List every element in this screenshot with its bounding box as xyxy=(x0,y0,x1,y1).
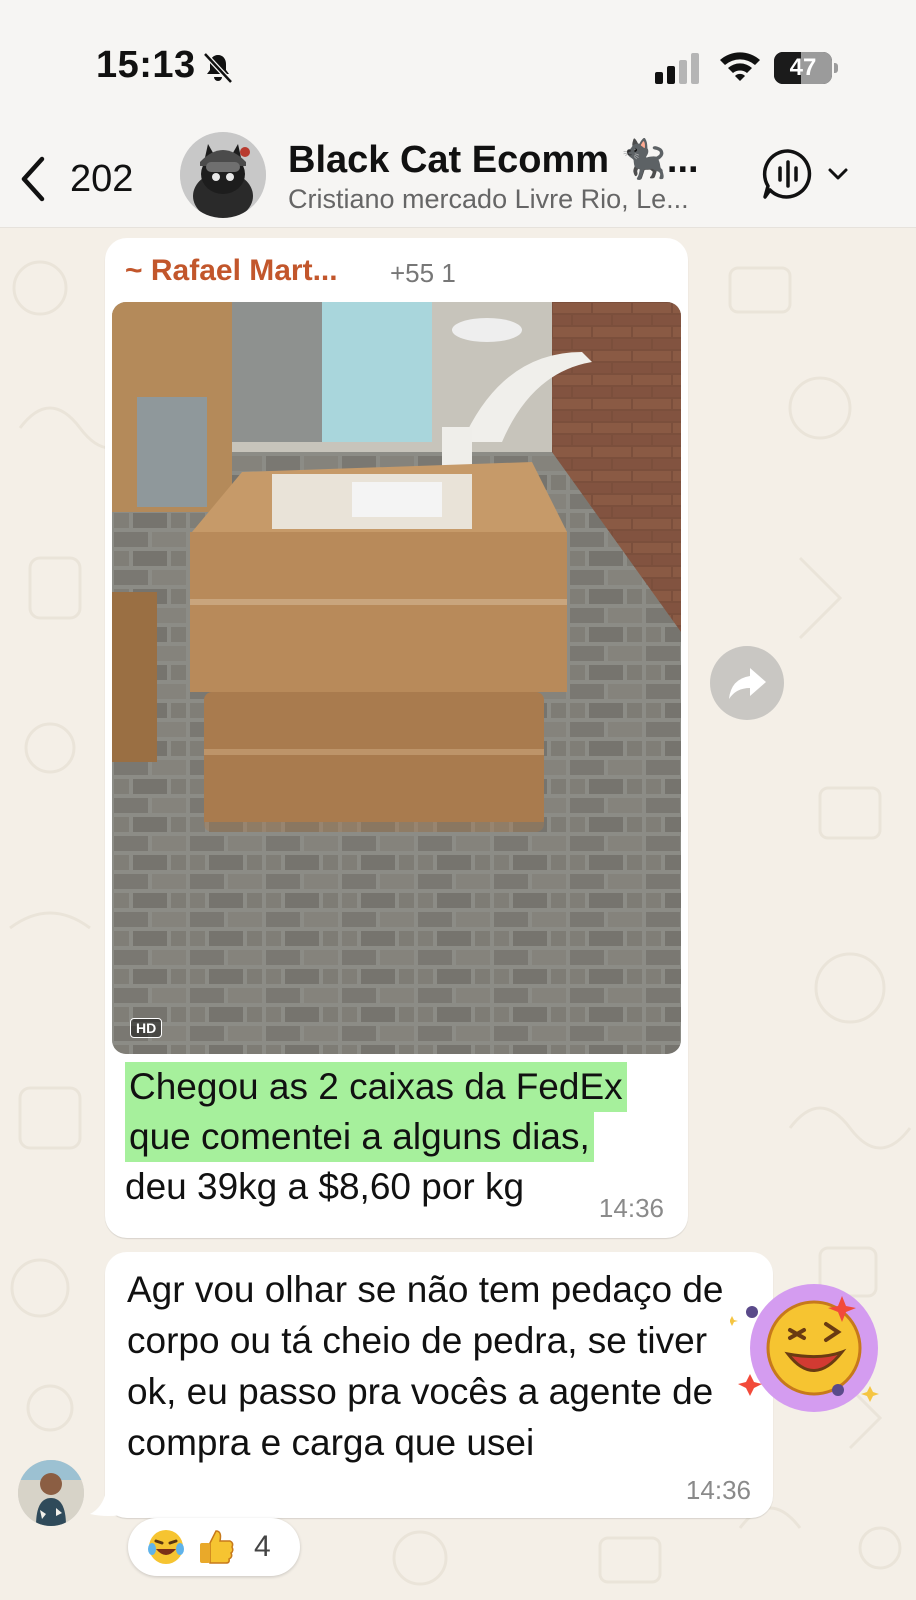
caption-highlighted-line-2: que comentei a alguns dias, xyxy=(125,1112,594,1162)
sender-phone: +55 1 xyxy=(390,258,456,288)
chevron-down-icon[interactable] xyxy=(826,162,850,186)
status-time: 15:13 xyxy=(96,44,196,86)
back-button[interactable]: 202 xyxy=(18,152,148,206)
laughing-emoji-sticker[interactable] xyxy=(730,1278,890,1428)
profile-photo xyxy=(18,1460,84,1526)
sender-avatar[interactable] xyxy=(18,1460,84,1526)
sender-name[interactable]: ~ Rafael Mart... xyxy=(125,254,338,288)
bubble-tail xyxy=(90,1478,128,1516)
photo-boxes[interactable]: HD xyxy=(112,302,681,1054)
chevron-left-icon xyxy=(21,156,45,202)
thumbs-up-icon xyxy=(200,1530,234,1564)
message-caption: Chegou as 2 caixas da FedEx que comentei… xyxy=(125,1062,670,1212)
battery-indicator: 47 xyxy=(774,52,838,84)
message-time: 14:36 xyxy=(598,1193,664,1223)
status-bar: 15:13 47 xyxy=(0,0,916,128)
group-avatar[interactable] xyxy=(180,132,266,218)
hd-badge: HD xyxy=(130,1018,163,1038)
face-with-tears-of-joy-icon xyxy=(148,1530,184,1564)
unread-count: 202 xyxy=(70,157,134,200)
chat-header: 202 Black Cat Ecomm 🐈‍⬛... Cristiano mer… xyxy=(0,128,916,228)
cardboard-boxes-photo xyxy=(112,302,681,1054)
battery-percent: 47 xyxy=(789,54,817,81)
group-name[interactable]: Black Cat Ecomm 🐈‍⬛... xyxy=(288,138,708,182)
cellular-signal-icon xyxy=(655,53,699,84)
reaction-count: 4 xyxy=(254,1530,271,1563)
caption-highlighted-line-1: Chegou as 2 caixas da FedEx xyxy=(125,1062,627,1112)
caption-plain-line: deu 39kg a $8,60 por kg xyxy=(125,1166,525,1207)
group-members-subtitle[interactable]: Cristiano mercado Livre Rio, Le... xyxy=(288,184,728,215)
message-text: Agr vou olhar se não tem pedaço de corpo… xyxy=(127,1269,724,1463)
voice-chat-icon[interactable] xyxy=(762,148,814,200)
forward-button[interactable] xyxy=(710,646,784,720)
message-time: 14:36 xyxy=(685,1475,751,1505)
message-bubble-text[interactable]: Agr vou olhar se não tem pedaço de corpo… xyxy=(105,1252,773,1518)
message-bubble-image[interactable]: ~ Rafael Mart... +55 1 HD Chegou as 2 ca… xyxy=(105,238,688,1238)
bell-muted-icon xyxy=(203,52,233,84)
message-reactions[interactable]: 4 xyxy=(128,1518,300,1576)
chat-area[interactable]: ~ Rafael Mart... +55 1 HD Chegou as 2 ca… xyxy=(0,228,916,1600)
black-cat-avatar-image xyxy=(180,132,266,218)
wifi-icon xyxy=(720,52,760,81)
forward-arrow-icon xyxy=(729,668,766,699)
